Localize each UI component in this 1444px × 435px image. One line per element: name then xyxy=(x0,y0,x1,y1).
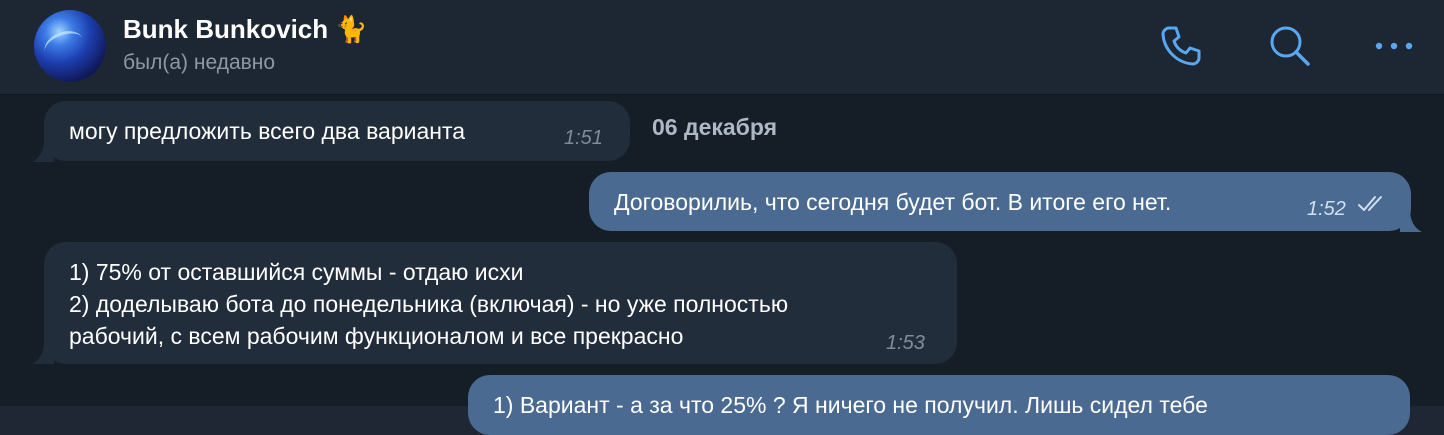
message-time: 1:51 xyxy=(564,127,603,149)
message-text: Договорилиь, что сегодня будет бот. В ит… xyxy=(614,189,1172,215)
double-check-icon xyxy=(1358,196,1382,211)
message-incoming[interactable]: 1) 75% от оставшийся суммы - отдаю исхи … xyxy=(44,242,957,364)
chat-header: Bunk Bunkovich 🐈 был(а) недавно xyxy=(0,0,1444,95)
message-time: 1:52 xyxy=(1307,198,1346,220)
message-incoming[interactable]: могу предложить всего два варианта 1:51 xyxy=(44,101,630,161)
message-line: 1) 75% от оставшийся суммы - отдаю исхи xyxy=(69,259,524,285)
message-line: 2) доделываю бота до понедельника (включ… xyxy=(69,291,789,317)
message-line: рабочий, с всем рабочим функционалом и в… xyxy=(69,323,684,349)
message-outgoing[interactable]: Договорилиь, что сегодня будет бот. В ит… xyxy=(589,172,1411,231)
contact-status: был(а) недавно xyxy=(123,51,276,74)
more-icon[interactable] xyxy=(1370,22,1418,70)
date-separator: 06 декабря xyxy=(652,114,778,140)
contact-name[interactable]: Bunk Bunkovich 🐈 xyxy=(123,14,368,45)
avatar[interactable] xyxy=(34,10,106,82)
message-time: 1:53 xyxy=(886,332,925,354)
search-icon[interactable] xyxy=(1266,22,1314,70)
phone-icon[interactable] xyxy=(1157,22,1205,70)
message-text: могу предложить всего два варианта xyxy=(69,118,466,144)
message-outgoing[interactable]: 1) Вариант - а за что 25% ? Я ничего не … xyxy=(468,375,1410,435)
message-text: 1) Вариант - а за что 25% ? Я ничего не … xyxy=(493,392,1208,418)
